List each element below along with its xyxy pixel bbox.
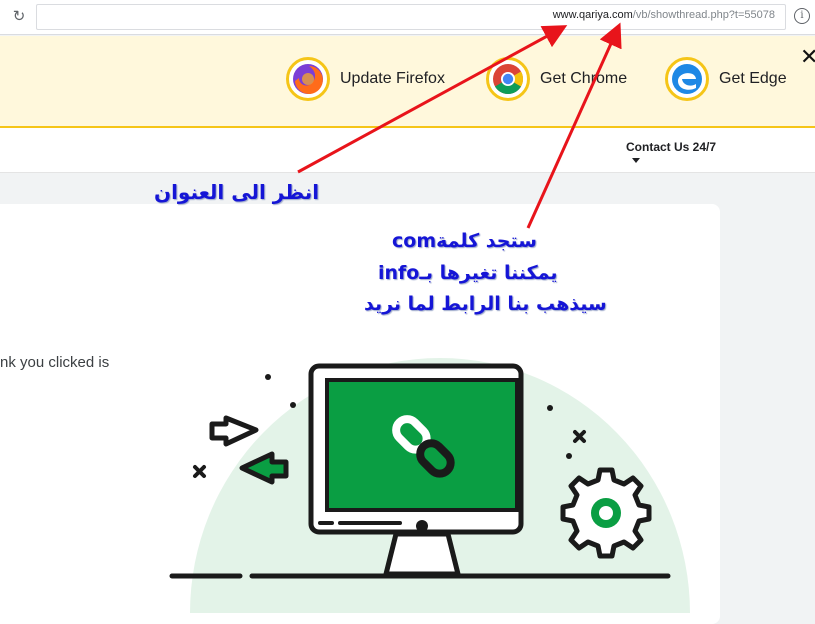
arrow-to-com — [526, 22, 622, 229]
annotation-link-destination: سيذهب بنا الرابط لما نريد — [364, 293, 607, 315]
annotation-find-com: ستجد كلمةcom — [392, 230, 537, 252]
annotation-look-at-address: انظر الى العنوان — [154, 180, 320, 204]
arrow-to-domain — [297, 25, 568, 174]
annotation-change-to-info: يمكننا تغيرها بـinfo — [378, 262, 558, 284]
